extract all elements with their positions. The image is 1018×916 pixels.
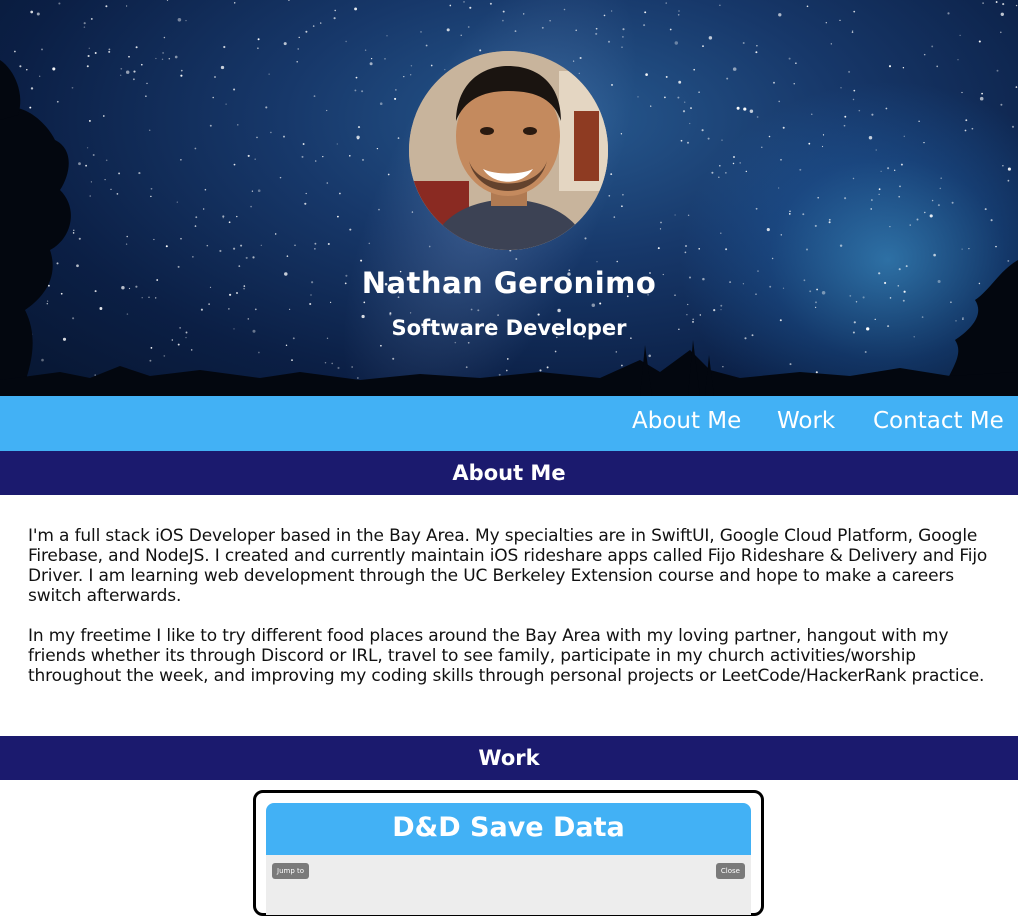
nav-link-work[interactable]: Work xyxy=(777,408,835,434)
project-card[interactable]: D&D Save Data Jump to Close xyxy=(253,790,764,916)
nav-link-contact-me[interactable]: Contact Me xyxy=(873,408,1004,434)
preview-close-button: Close xyxy=(715,863,745,879)
about-me-heading: About Me xyxy=(0,451,1018,495)
project-title: D&D Save Data xyxy=(266,803,751,855)
about-me-body: I'm a full stack iOS Developer based in … xyxy=(28,526,993,706)
preview-jump-button: Jump to xyxy=(272,863,310,879)
top-navigation: About Me Work Contact Me xyxy=(0,396,1018,451)
project-screenshot: Jump to Close xyxy=(266,855,751,915)
profile-photo xyxy=(409,51,608,250)
work-heading: Work xyxy=(0,736,1018,780)
about-paragraph: In my freetime I like to try different f… xyxy=(28,626,985,686)
hero-banner: Nathan Geronimo Software Developer xyxy=(0,0,1018,396)
hero-name: Nathan Geronimo xyxy=(361,266,657,300)
about-paragraph: I'm a full stack iOS Developer based in … xyxy=(28,526,988,606)
nav-link-about-me[interactable]: About Me xyxy=(632,408,741,434)
hero-role: Software Developer xyxy=(391,316,627,340)
